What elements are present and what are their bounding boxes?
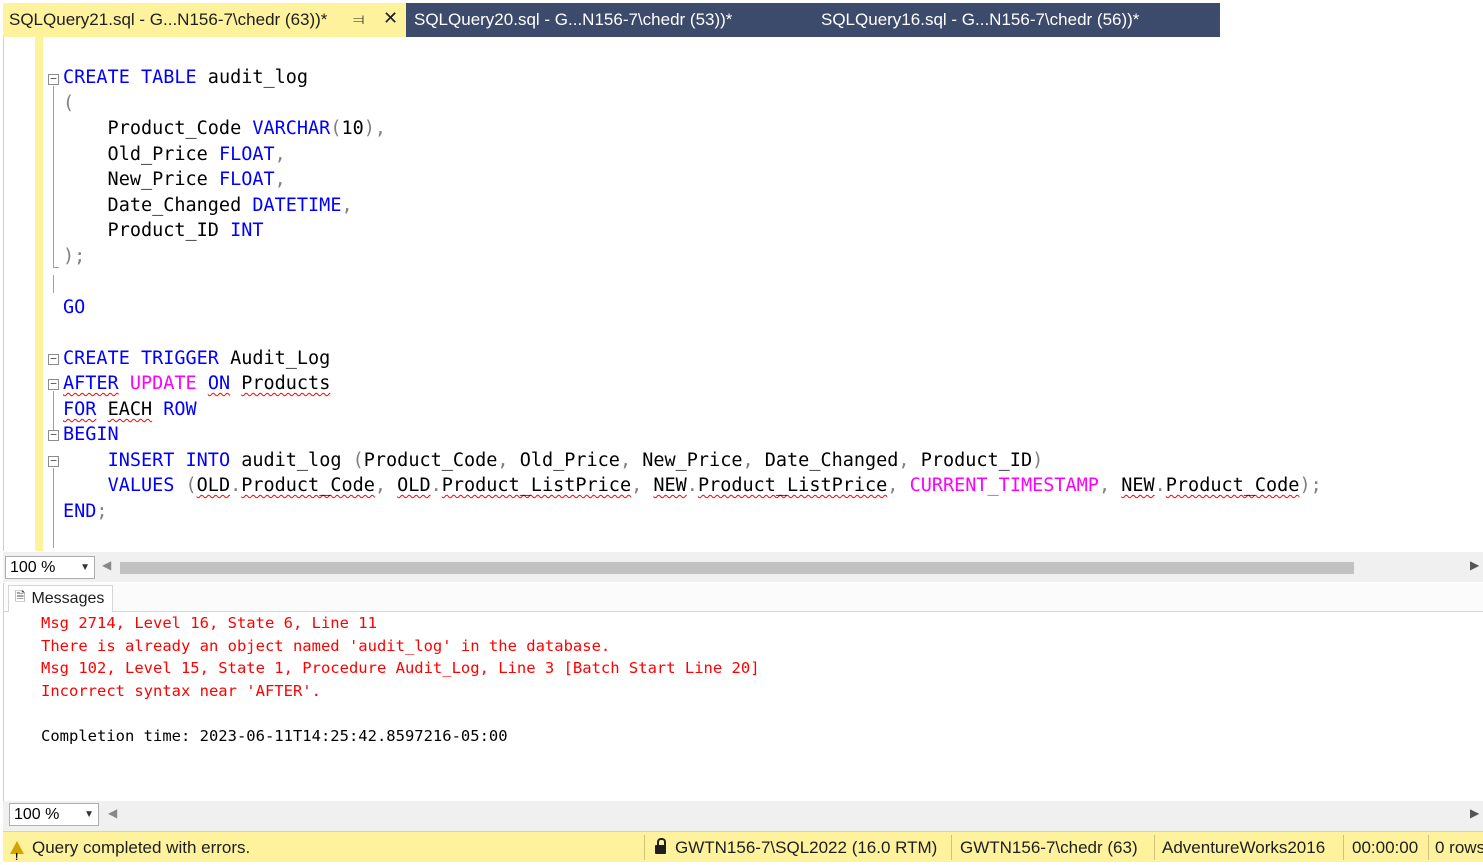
- code-line: (: [63, 93, 75, 114]
- code-line: FOR EACH ROW: [63, 399, 197, 420]
- code-line: Product_ID INT: [63, 220, 264, 241]
- code-line: Product_Code VARCHAR(10),: [63, 118, 387, 139]
- code-line: END;: [63, 501, 108, 522]
- outline-guide: [53, 275, 54, 293]
- results-tab-row: 🗎 Messages: [4, 583, 1483, 612]
- scroll-right-icon[interactable]: ▶: [1470, 558, 1479, 572]
- status-bar: Query completed with errors. GWTN156-7\S…: [3, 831, 1483, 865]
- outline-guide: [53, 391, 54, 430]
- lock-icon: [655, 838, 666, 854]
- code-line: );: [63, 246, 86, 267]
- results-zoom-select[interactable]: 100 % ▼: [9, 803, 99, 826]
- message-line: There is already an object named 'audit_…: [41, 637, 611, 655]
- outline-guide: [53, 468, 54, 548]
- warning-icon: [10, 841, 24, 865]
- tab-label: SQLQuery16.sql - G...N156-7\chedr (56))*: [821, 10, 1140, 29]
- tab-label: Messages: [31, 590, 105, 607]
- status-elapsed: 00:00:00: [1352, 838, 1419, 857]
- zoom-value: 100 %: [10, 559, 56, 576]
- collapse-icon[interactable]: −: [48, 353, 59, 365]
- completion-time: Completion time: 2023-06-11T14:25:42.859…: [41, 727, 508, 745]
- message-line: Msg 2714, Level 16, State 6, Line 11: [41, 614, 377, 632]
- code-line: New_Price FLOAT,: [63, 169, 286, 190]
- message-line: Msg 102, Level 15, State 1, Procedure Au…: [41, 659, 760, 677]
- tab-sqlquery16[interactable]: SQLQuery16.sql - G...N156-7\chedr (56))*: [806, 3, 1220, 37]
- results-scrollbar-row: 100 % ▼ ◀ ▶: [3, 801, 1483, 831]
- status-user: GWTN156-7\chedr (63): [960, 838, 1138, 857]
- code-line: Date_Changed DATETIME,: [63, 195, 353, 216]
- pin-icon[interactable]: ⫤: [353, 11, 364, 28]
- editor-scrollbar-row: 100 % ▼ ◀ ▶: [3, 552, 1483, 582]
- scroll-left-icon[interactable]: ◀: [108, 806, 117, 820]
- status-database: AdventureWorks2016: [1162, 838, 1326, 857]
- divider: [1428, 835, 1429, 860]
- chevron-down-icon: ▼: [84, 809, 94, 820]
- divider: [644, 835, 645, 860]
- code-line: AFTER UPDATE ON Products: [63, 373, 331, 394]
- editor-zoom-select[interactable]: 100 % ▼: [5, 556, 95, 579]
- horizontal-scroll-thumb[interactable]: [120, 562, 1354, 574]
- collapse-icon[interactable]: −: [48, 73, 59, 85]
- code-line: VALUES (OLD.Product_Code, OLD.Product_Li…: [107, 475, 1322, 496]
- divider: [1154, 835, 1155, 860]
- code-line: BEGIN: [63, 424, 119, 445]
- status-message: Query completed with errors.: [10, 832, 251, 865]
- code-line: INSERT INTO audit_log (Product_Code, Old…: [107, 450, 1044, 471]
- code-line: CREATE TRIGGER Audit_Log: [63, 348, 331, 369]
- collapse-icon[interactable]: −: [48, 429, 59, 441]
- collapse-icon[interactable]: −: [48, 455, 59, 467]
- status-rows: 0 rows: [1435, 838, 1483, 857]
- code-line: CREATE TABLE audit_log: [63, 67, 309, 88]
- divider: [951, 835, 952, 860]
- chevron-down-icon: ▼: [80, 562, 90, 573]
- messages-pane: 🗎 Messages Msg 2714, Level 16, State 6, …: [3, 583, 1483, 801]
- message-line: Incorrect syntax near 'AFTER'.: [41, 682, 321, 700]
- tab-label: SQLQuery20.sql - G...N156-7\chedr (53))*: [414, 10, 733, 29]
- messages-icon: 🗎: [15, 589, 26, 604]
- tab-sqlquery20[interactable]: SQLQuery20.sql - G...N156-7\chedr (53))*: [406, 3, 806, 37]
- query-editor[interactable]: − − − − − CREATE TABLE audit_log ( Produ…: [3, 37, 1483, 551]
- close-icon[interactable]: ✕: [383, 8, 398, 29]
- code-line: Old_Price FLOAT,: [63, 144, 286, 165]
- collapse-icon[interactable]: −: [48, 378, 59, 390]
- tab-label: SQLQuery21.sql - G...N156-7\chedr (63))*: [9, 10, 328, 29]
- divider: [1343, 835, 1344, 860]
- tab-messages[interactable]: 🗎 Messages: [8, 585, 114, 612]
- outline-guide: [53, 86, 54, 268]
- change-tracking-bar: [35, 37, 43, 551]
- outline-guide-end: [53, 267, 59, 268]
- status-server: GWTN156-7\SQL2022 (16.0 RTM): [655, 832, 937, 863]
- scroll-left-icon[interactable]: ◀: [102, 558, 111, 572]
- status-text: Query completed with errors.: [32, 838, 251, 857]
- tab-sqlquery21[interactable]: SQLQuery21.sql - G...N156-7\chedr (63))*…: [3, 3, 406, 37]
- code-line: GO: [63, 297, 86, 318]
- scroll-right-icon[interactable]: ▶: [1470, 806, 1479, 820]
- document-tab-strip: SQLQuery21.sql - G...N156-7\chedr (63))*…: [0, 0, 1483, 37]
- server-text: GWTN156-7\SQL2022 (16.0 RTM): [675, 838, 938, 857]
- zoom-value: 100 %: [14, 806, 60, 823]
